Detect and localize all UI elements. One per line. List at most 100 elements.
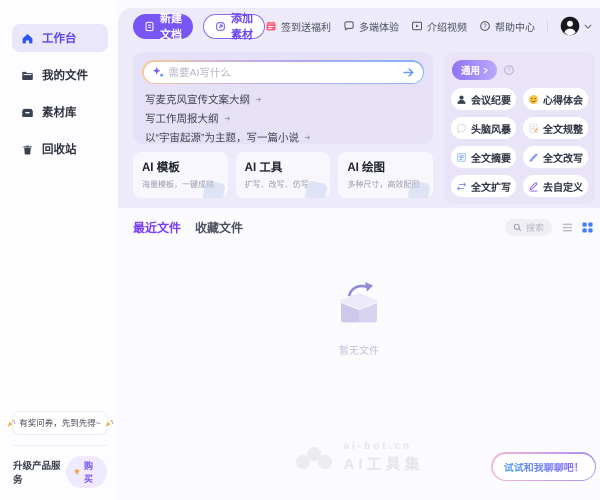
search-input[interactable]: 搜索 (505, 219, 552, 236)
prompt-placeholder: 需要AI写什么 (169, 65, 397, 80)
card-ai-tools[interactable]: AI 工具 扩写、改写、仿写 (236, 152, 331, 198)
promo-text: 有奖问券，先到先得~ (19, 417, 100, 429)
buy-label: 购买 (84, 459, 100, 485)
svg-text:?: ? (507, 68, 511, 74)
chat-label: 试试和我聊聊吧！ (504, 463, 584, 474)
menu-item-help-center[interactable]: ? 帮助中心 (479, 19, 535, 34)
action-full-text-rewrite[interactable]: 全文改写 (523, 146, 588, 168)
view-toggle (562, 222, 593, 233)
card-decor-icon (407, 180, 431, 198)
chat-bubble-icon (343, 20, 355, 32)
account-menu[interactable] (560, 16, 592, 36)
rewrite-icon (528, 152, 539, 163)
watermark-url: ai-bot.cn (343, 441, 423, 452)
add-material-button[interactable]: 添加素材 (203, 14, 265, 39)
menu-label: 介绍视频 (427, 19, 467, 34)
new-doc-icon (144, 21, 155, 32)
divider (13, 445, 107, 446)
menu-item-intro-video[interactable]: 介绍视频 (411, 19, 467, 34)
chevron-right-icon (483, 67, 488, 74)
action-brainstorm[interactable]: 头脑风暴 (451, 117, 516, 139)
custom-pencil-icon (528, 181, 539, 192)
send-icon[interactable] (402, 66, 415, 79)
action-label: 全文扩写 (471, 179, 511, 194)
arrow-right-icon (224, 115, 231, 122)
main-area: 新建文档 添加素材 签到送福利 多端体验 介绍视频 ? 帮助中心 (118, 0, 600, 500)
search-icon (513, 223, 522, 232)
list-view-icon[interactable] (562, 222, 573, 233)
ai-prompt-input[interactable]: 需要AI写什么 (142, 60, 424, 84)
folder-icon (21, 69, 34, 82)
divider (547, 20, 548, 33)
add-material-icon (215, 21, 226, 32)
sidebar-item-label: 我的文件 (42, 67, 88, 83)
card-title: AI 绘图 (347, 159, 424, 175)
chevron-down-icon (584, 24, 592, 29)
summary-icon (456, 152, 467, 163)
card-decor-icon (304, 180, 328, 198)
card-ai-drawing[interactable]: AI 绘图 多种尺寸，高效配图 (338, 152, 433, 198)
suggestion-text: 写工作周报大纲 (145, 111, 219, 126)
top-menu: 签到送福利 多端体验 介绍视频 ? 帮助中心 (265, 16, 592, 36)
chat-with-me-button[interactable]: 试试和我聊聊吧！ (491, 452, 596, 481)
action-full-text-summary[interactable]: 全文摘要 (451, 146, 516, 168)
question-icon[interactable]: ? (503, 64, 515, 76)
menu-label: 签到送福利 (281, 19, 331, 34)
gem-icon (73, 468, 81, 476)
suggestion-item[interactable]: 以“宇宙起源”为主题，写一篇小说 (145, 128, 421, 147)
video-icon (411, 20, 423, 32)
brainstorm-icon (456, 123, 467, 134)
trash-icon (21, 143, 34, 156)
action-label: 全文规整 (543, 121, 583, 136)
sidebar-item-trash[interactable]: 回收站 (12, 135, 108, 163)
add-material-label: 添加素材 (231, 10, 253, 42)
quick-actions-panel: 通用 ? 会议纪要 心得体会 头脑风暴 全文规整 (444, 52, 595, 204)
library-icon (21, 106, 34, 119)
sidebar-item-my-files[interactable]: 我的文件 (12, 61, 108, 89)
suggestion-text: 写麦克风宣传文案大纲 (145, 92, 250, 107)
card-title: AI 模板 (142, 159, 219, 175)
action-full-text-expand[interactable]: 全文扩写 (451, 175, 516, 197)
suggestion-item[interactable]: 写工作周报大纲 (145, 109, 421, 128)
expand-icon (456, 181, 467, 192)
watermark-title: AI工具集 (343, 453, 423, 474)
search-placeholder: 搜索 (526, 221, 544, 234)
action-full-text-tidy[interactable]: 全文规整 (523, 117, 588, 139)
empty-box-icon (327, 276, 391, 330)
arrow-right-icon (255, 96, 262, 103)
card-ai-templates[interactable]: AI 模板 海量模板，一键成稿 (133, 152, 228, 198)
watermark-logo-icon (294, 445, 334, 471)
tab-recent-files[interactable]: 最近文件 (133, 219, 181, 236)
suggestion-text: 以“宇宙起源”为主题，写一篇小说 (145, 130, 299, 145)
arrow-right-icon (304, 134, 311, 141)
menu-item-multi-device[interactable]: 多端体验 (343, 19, 399, 34)
buy-button[interactable]: 购买 (66, 456, 107, 488)
party-popper-icon (6, 418, 16, 428)
new-document-button[interactable]: 新建文档 (133, 14, 193, 39)
upgrade-label: 升级产品服务 (13, 458, 66, 486)
action-label: 头脑风暴 (471, 121, 511, 136)
avatar (560, 16, 580, 36)
sidebar-item-library[interactable]: 素材库 (12, 98, 108, 126)
promo-banner[interactable]: 有奖问券，先到先得~ (12, 411, 108, 435)
menu-label: 多端体验 (359, 19, 399, 34)
new-document-label: 新建文档 (160, 10, 182, 42)
tab-favorite-files[interactable]: 收藏文件 (195, 219, 243, 236)
action-meeting-minutes[interactable]: 会议纪要 (451, 88, 516, 110)
category-pill[interactable]: 通用 (452, 60, 497, 80)
sidebar-item-workspace[interactable]: 工作台 (12, 24, 108, 52)
sidebar-item-label: 素材库 (42, 104, 77, 120)
action-customize[interactable]: 去自定义 (523, 175, 588, 197)
files-header: 最近文件 收藏文件 搜索 (133, 219, 593, 236)
action-label: 全文改写 (543, 150, 583, 165)
empty-state: 暂无文件 (118, 276, 600, 357)
tidy-icon (528, 123, 539, 134)
category-label: 通用 (461, 63, 480, 77)
action-label: 去自定义 (543, 179, 583, 194)
suggestion-item[interactable]: 写麦克风宣传文案大纲 (145, 90, 421, 109)
card-title: AI 工具 (245, 159, 322, 175)
grid-view-icon[interactable] (582, 222, 593, 233)
home-icon (21, 32, 34, 45)
action-reflections[interactable]: 心得体会 (523, 88, 588, 110)
menu-item-signin-rewards[interactable]: 签到送福利 (265, 19, 331, 34)
